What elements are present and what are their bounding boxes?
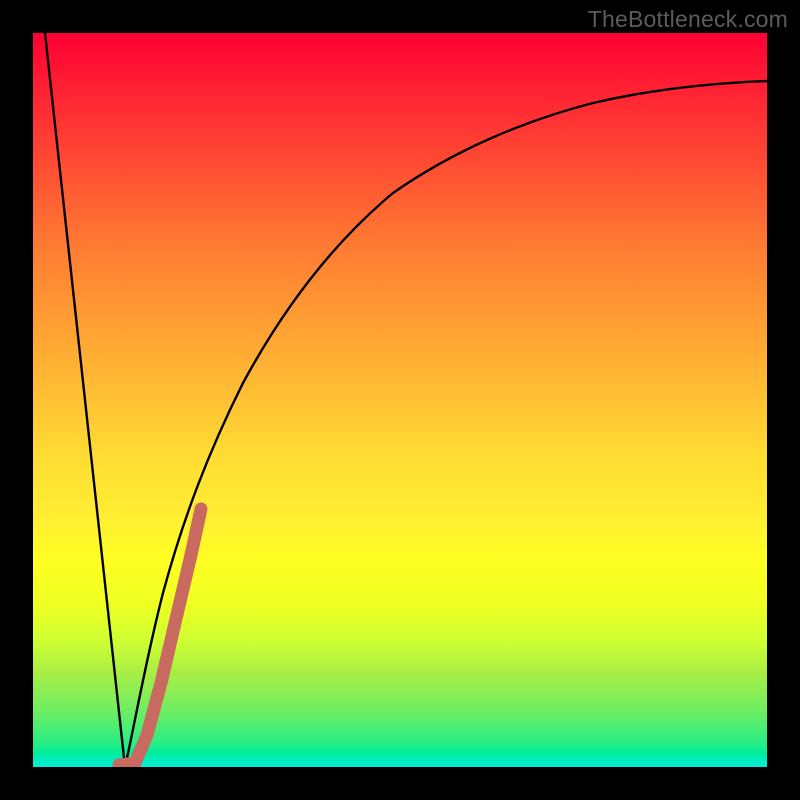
highlight-segment [119,509,201,765]
curve-desc [45,33,125,767]
plot-area [33,33,767,767]
chart-svg [33,33,767,767]
watermark-text: TheBottleneck.com [588,6,788,33]
chart-frame: TheBottleneck.com [0,0,800,800]
curve-asc [125,81,767,767]
